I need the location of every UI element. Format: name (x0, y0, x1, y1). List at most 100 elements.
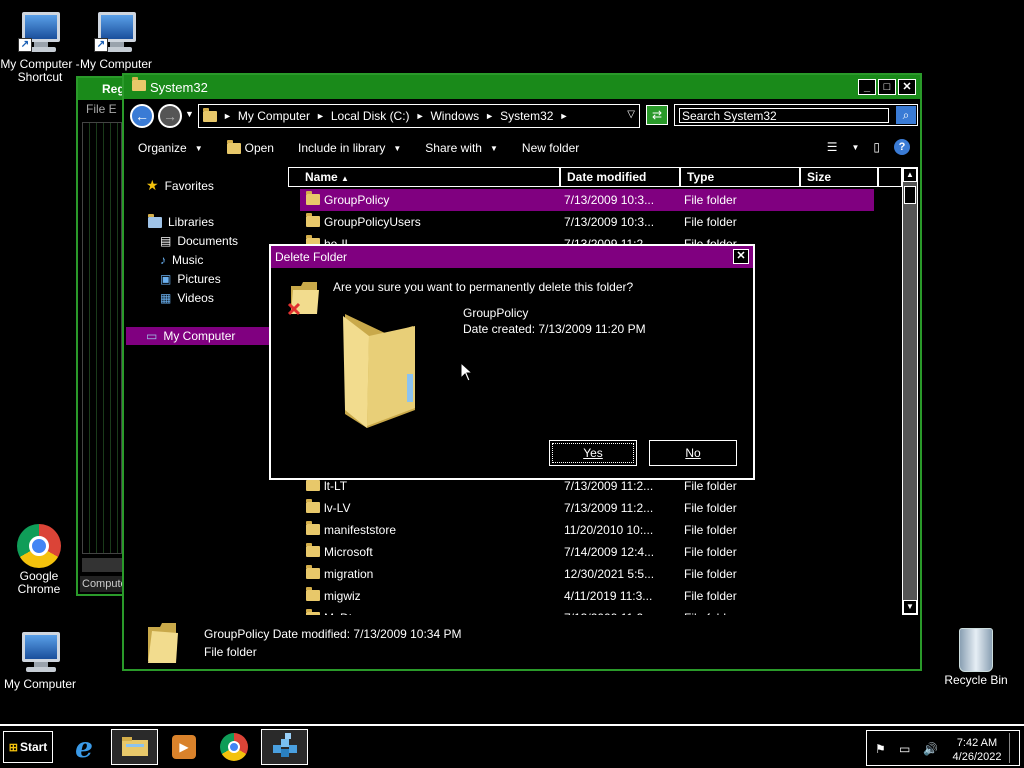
breadcrumb-local-disk[interactable]: Local Disk (C:) (331, 109, 410, 123)
share-with-button[interactable]: Share with ▼ (413, 141, 510, 155)
action-center-flag-icon[interactable]: ⚑ (875, 742, 886, 756)
column-header-name[interactable]: Name ▲ (288, 167, 560, 187)
maximize-button[interactable]: □ (878, 79, 896, 95)
desktop-icon-my-computer-shortcut[interactable]: ↗ My Computer - Shortcut (0, 8, 80, 84)
scroll-thumb[interactable] (904, 186, 916, 204)
forward-button[interactable]: → (158, 104, 182, 128)
desktop-icon-recycle-bin[interactable]: Recycle Bin (936, 626, 1016, 687)
shortcut-arrow-icon: ↗ (18, 38, 32, 52)
desktop-icon-label: Google Chrome (17, 569, 61, 596)
folder-icon (146, 621, 180, 668)
breadcrumb-windows[interactable]: Windows (430, 109, 479, 123)
open-button[interactable]: Open (215, 139, 286, 155)
taskbar-windows-explorer[interactable] (111, 729, 158, 765)
title-bar[interactable]: System32 _ □ ✕ (124, 75, 920, 99)
scroll-up-icon[interactable]: ▲ (903, 168, 917, 182)
folder-icon (306, 587, 320, 601)
nav-item-favorites[interactable]: ★ Favorites (146, 177, 214, 194)
desktop-icon-my-computer[interactable]: ↗ My Computer (76, 8, 156, 71)
dialog-title-bar[interactable]: Delete Folder ✕ (271, 246, 753, 268)
chevron-right-icon[interactable]: ► (485, 111, 494, 121)
volume-icon[interactable]: 🔊 (923, 742, 938, 756)
no-button[interactable]: No (649, 440, 737, 466)
vertical-scrollbar[interactable]: ▲ ▼ (902, 167, 918, 615)
nav-item-documents[interactable]: ▤ Documents (160, 234, 238, 248)
chevron-down-icon: ▼ (194, 143, 203, 153)
computer-icon: ▭ (146, 329, 158, 343)
view-options-icon[interactable]: ☰ (827, 140, 838, 154)
dialog-close-button[interactable]: ✕ (733, 249, 749, 264)
chevron-right-icon[interactable]: ► (416, 111, 425, 121)
minimize-button[interactable]: _ (858, 79, 876, 95)
clock-date[interactable]: 4/26/2022 (949, 751, 1005, 763)
taskbar-internet-explorer[interactable]: e (60, 729, 108, 765)
search-box[interactable]: ⌕ (674, 104, 918, 126)
yes-button[interactable]: Yes (549, 440, 637, 466)
command-bar: Organize ▼ Open Include in library ▼ Share… (126, 135, 918, 161)
horizontal-scrollbar[interactable] (82, 558, 122, 572)
close-button[interactable]: ✕ (898, 79, 916, 95)
breadcrumb-system32[interactable]: System32 (500, 109, 553, 123)
back-button[interactable]: ← (130, 104, 154, 128)
delete-folder-dialog[interactable]: Delete Folder ✕ Are you sure you want to… (269, 244, 755, 480)
column-header-size[interactable]: Size (800, 167, 878, 187)
details-pane: GroupPolicy Date modified: 7/13/2009 10:… (126, 617, 922, 669)
taskbar-chrome[interactable] (210, 729, 258, 765)
organize-button[interactable]: Organize ▼ (126, 141, 215, 155)
network-icon[interactable]: ▭ (899, 742, 910, 756)
address-bar[interactable]: ► My Computer ► Local Disk (C:) ► Window… (198, 104, 640, 128)
file-row[interactable]: manifeststore 11/20/2010 10:... File fol… (300, 519, 874, 541)
folder-icon (306, 191, 320, 205)
chevron-down-icon[interactable]: ▼ (851, 143, 859, 152)
file-row[interactable]: GroupPolicyUsers 7/13/2009 10:3... File … (300, 211, 874, 233)
column-header-type[interactable]: Type (680, 167, 800, 187)
nav-item-pictures[interactable]: ▣ Pictures (160, 272, 221, 286)
background-window-menu[interactable]: File E (78, 100, 124, 118)
background-window-title[interactable]: Reg (78, 78, 124, 100)
address-dropdown-icon[interactable]: ▽ (627, 109, 635, 120)
file-row[interactable]: GroupPolicy 7/13/2009 10:3... File folde… (300, 189, 874, 211)
nav-item-my-computer[interactable]: ▭ My Computer (126, 327, 270, 345)
document-icon: ▤ (160, 234, 172, 248)
search-icon[interactable]: ⌕ (896, 106, 916, 124)
taskbar-registry-editor[interactable] (261, 729, 308, 765)
desktop-icon-label: My Computer - Shortcut (0, 57, 80, 84)
desktop-icon-google-chrome[interactable]: Google Chrome (0, 522, 78, 596)
chevron-right-icon[interactable]: ► (223, 111, 232, 121)
file-row[interactable]: migration 12/30/2021 5:5... File folder (300, 563, 874, 585)
libraries-icon (148, 213, 162, 228)
nav-item-music[interactable]: ♪ Music (160, 253, 203, 267)
column-header-date[interactable]: Date modified (560, 167, 680, 187)
background-window[interactable]: Reg File E Compute (76, 76, 126, 596)
file-row[interactable]: lv-LV 7/13/2009 11:2... File folder (300, 497, 874, 519)
help-icon[interactable]: ? (894, 139, 910, 155)
search-input[interactable] (679, 108, 889, 123)
registry-tree[interactable] (82, 122, 122, 554)
file-row[interactable]: Microsoft 7/14/2009 12:4... File folder (300, 541, 874, 563)
computer-icon (16, 628, 64, 676)
refresh-button[interactable]: ⇄ (646, 105, 668, 125)
clock-time[interactable]: 7:42 AM (949, 737, 1005, 749)
recent-pages-dropdown[interactable]: ▼ (185, 109, 194, 119)
breadcrumb-my-computer[interactable]: My Computer (238, 109, 310, 123)
taskbar: ⊞ Start e ▶ ⚑ ▭ 🔊 7:42 AM 4/26/2022 (0, 724, 1024, 768)
column-header-extra[interactable] (878, 167, 902, 187)
chevron-right-icon[interactable]: ► (316, 111, 325, 121)
scroll-down-icon[interactable]: ▼ (903, 600, 917, 614)
file-row[interactable]: migwiz 4/11/2019 11:3... File folder (300, 585, 874, 607)
preview-pane-icon[interactable]: ▯ (873, 140, 880, 154)
start-button[interactable]: ⊞ Start (3, 731, 53, 763)
windows-logo-icon: ⊞ (8, 741, 18, 754)
mouse-cursor-icon (460, 361, 474, 385)
new-folder-button[interactable]: New folder (510, 141, 591, 155)
nav-item-libraries[interactable]: Libraries (148, 213, 214, 229)
folder-icon (306, 565, 320, 579)
show-desktop-button[interactable] (1009, 733, 1017, 763)
status-bar: Compute (80, 576, 124, 592)
taskbar-media-player[interactable]: ▶ (160, 729, 208, 765)
include-in-library-button[interactable]: Include in library ▼ (286, 141, 413, 155)
desktop-icon-my-computer-2[interactable]: My Computer (0, 628, 80, 691)
file-row[interactable]: MsDtc 7/13/2009 11:2... File folder (300, 607, 874, 615)
chevron-right-icon[interactable]: ► (559, 111, 568, 121)
nav-item-videos[interactable]: ▦ Videos (160, 291, 214, 305)
